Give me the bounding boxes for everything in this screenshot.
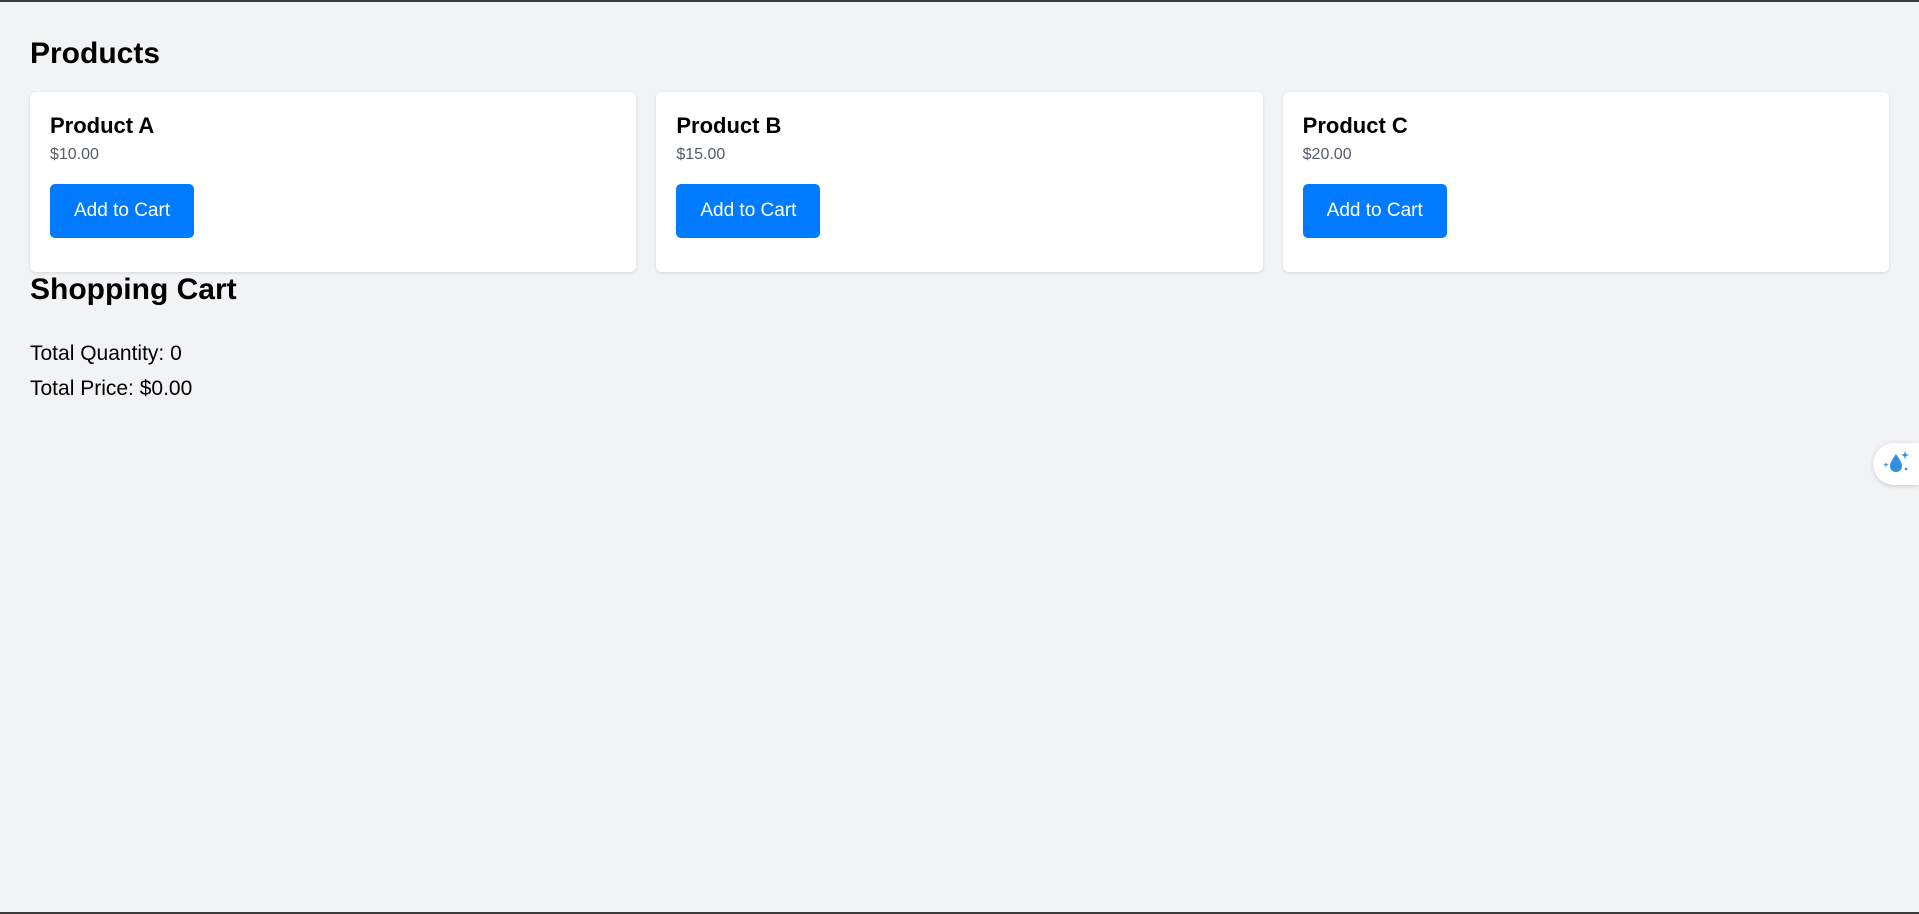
total-price: Total Price: $0.00: [30, 377, 193, 400]
add-to-cart-button-c[interactable]: Add to Cart: [1302, 184, 1447, 238]
add-to-cart-button-b[interactable]: Add to Cart: [676, 184, 821, 238]
add-to-cart-button-a[interactable]: Add to Cart: [50, 184, 195, 238]
product-price: $10.00: [50, 146, 99, 163]
product-card-a: Product A $10.00 Add to Cart: [30, 92, 637, 272]
product-grid: Product A $10.00 Add to Cart Product B $…: [30, 92, 1889, 272]
floating-assistant-button[interactable]: [1873, 443, 1919, 485]
shopping-cart-heading: Shopping Cart: [30, 273, 237, 306]
product-name: Product C: [1302, 113, 1408, 138]
product-card-c: Product C $20.00 Add to Cart: [1282, 92, 1889, 272]
products-heading: Products: [30, 37, 161, 70]
product-name: Product B: [676, 113, 782, 138]
cart-summary: Total Quantity: 0 Total Price: $0.00: [30, 336, 1889, 406]
total-quantity: Total Quantity: 0: [30, 342, 182, 365]
page: Products Product A $10.00 Add to Cart Pr…: [0, 2, 1919, 406]
product-price: $15.00: [676, 146, 726, 163]
product-price: $20.00: [1302, 146, 1352, 163]
water-drop-sparkle-icon: [1881, 449, 1911, 480]
product-card-b: Product B $15.00 Add to Cart: [656, 92, 1263, 272]
product-name: Product A: [50, 113, 155, 138]
